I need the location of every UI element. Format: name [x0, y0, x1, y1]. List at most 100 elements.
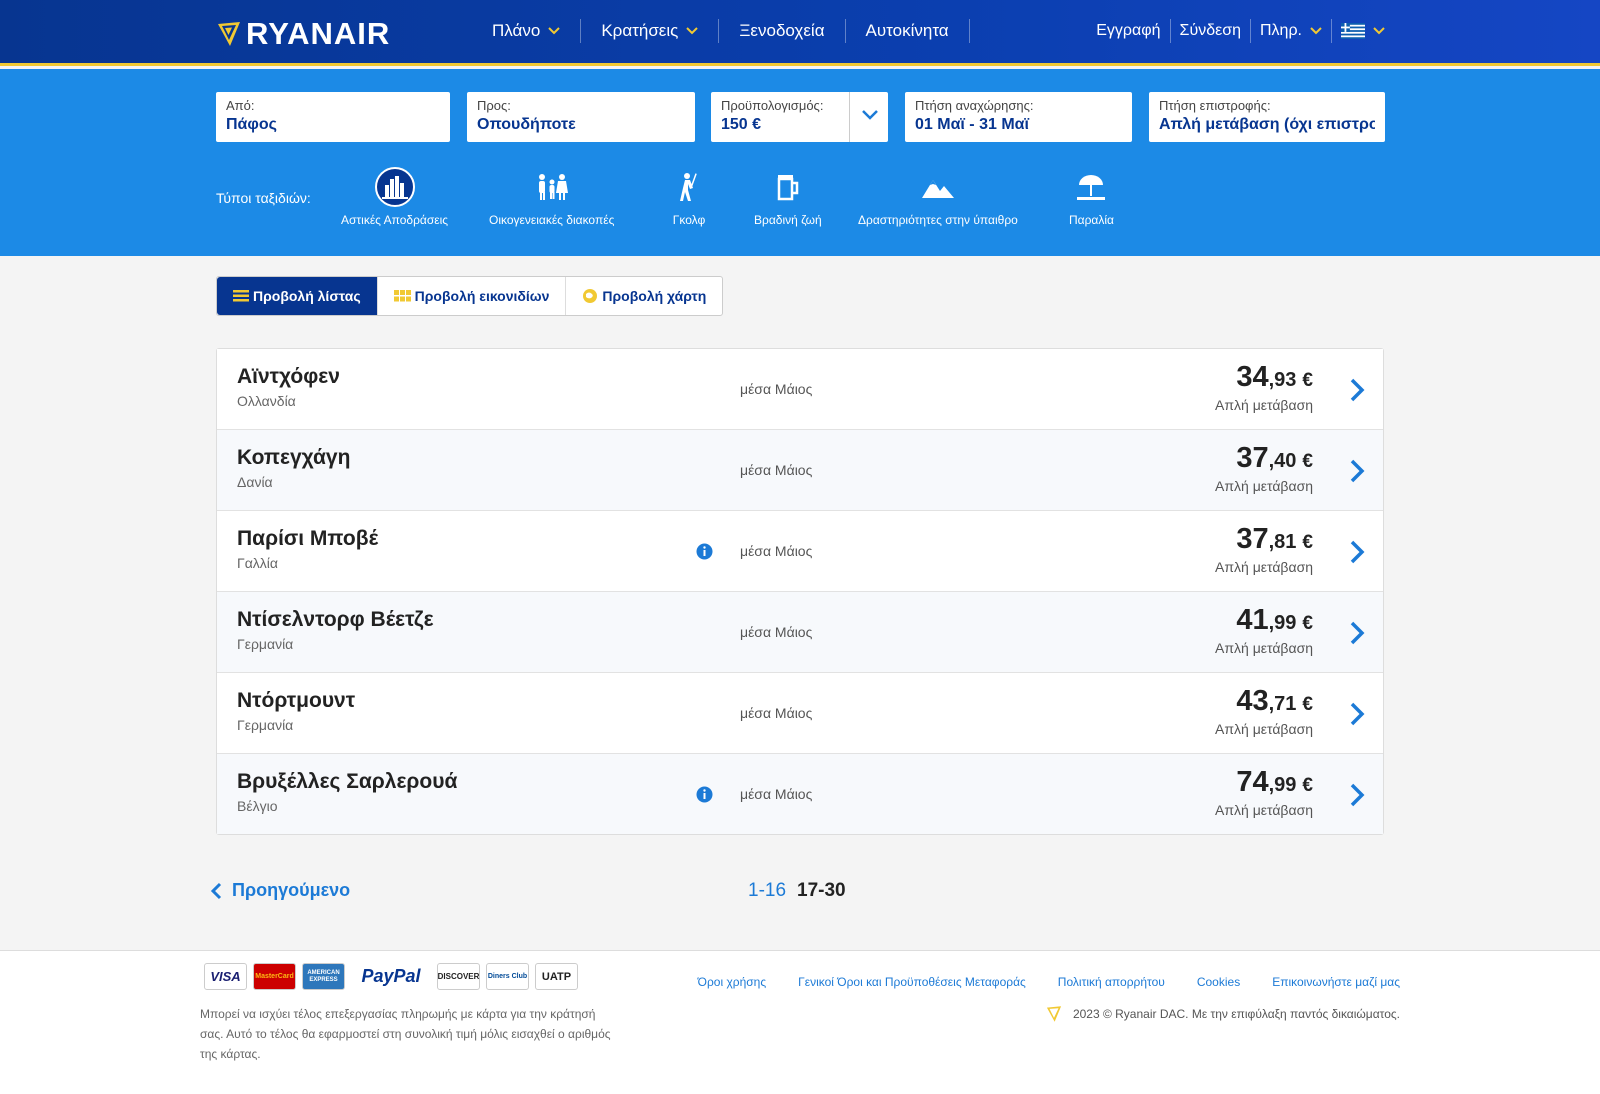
nav-plan-label: Πλάνο [492, 21, 541, 40]
destination-row[interactable]: Βρυξέλλες Σαρλερουά Βέλγιο μέσα Μάιος 74… [217, 754, 1383, 834]
list-view-button[interactable]: Προβολή λίστας [217, 277, 378, 315]
chevron-right-icon [1350, 459, 1365, 483]
trip-kind: Απλή μετάβαση [1215, 559, 1313, 575]
map-view-label: Προβολή χάρτη [602, 288, 707, 304]
destination-row[interactable]: Ντίσελντορφ Βέετζε Γερμανία μέσα Μάιος 4… [217, 592, 1383, 673]
copyright-text: 2023 © Ryanair DAC. Με την επιφύλαξη παν… [1072, 1007, 1400, 1021]
tiles-icon [393, 290, 411, 302]
departure-value: 01 Μαϊ - 31 Μαϊ [915, 116, 1029, 133]
trip-type-outdoor-label: Δραστηριότητες στην ύπαιθρο [858, 213, 1018, 227]
travel-period: μέσα Μάιος [740, 381, 813, 397]
destination-row[interactable]: Αϊντχόφεν Ολλανδία μέσα Μάιος 34,93 € Απλ… [217, 349, 1383, 430]
search-panel: Από: Πάφος Προς: Οπουδήποτε Προϋπολογισμ… [0, 69, 1600, 256]
paypal-icon: PayPal [351, 963, 431, 990]
destination-row[interactable]: Ντόρτμουντ Γερμανία μέσα Μάιος 43,71 € Απ… [217, 673, 1383, 754]
card-fee-note: Μπορεί να ισχύει τέλος επεξεργασίας πληρ… [200, 1007, 611, 1061]
to-label: Προς: [477, 98, 511, 113]
trip-type-nightlife[interactable]: Βραδινή ζωή [754, 167, 822, 227]
grid-view-button[interactable]: Προβολή εικονιδίων [378, 277, 567, 315]
destination-city: Ντόρτμουντ [237, 689, 356, 712]
terms-of-use-link[interactable]: Όροι χρήσης [698, 975, 766, 989]
brand-name: RYANAIR [246, 16, 391, 51]
destination-row[interactable]: Παρίσι Μποβέ Γαλλία μέσα Μάιος 37,81 € Απ… [217, 511, 1383, 592]
view-switcher: Προβολή λίστας Προβολή εικονιδίων Προβολ… [216, 276, 724, 316]
budget-select[interactable]: Προϋπολογισμός: 150 € [711, 92, 888, 142]
payment-methods: VISA MasterCard AMERICAN EXPRESS PayPal … [204, 963, 578, 990]
fare-price: 43,71 € [1236, 685, 1313, 718]
price-decimals: ,71 [1268, 693, 1297, 715]
price-decimals: ,99 [1268, 612, 1297, 634]
language-selector[interactable] [1332, 19, 1394, 43]
fare-price: 37,81 € [1236, 523, 1313, 556]
privacy-policy-link[interactable]: Πολιτική απορρήτου [1058, 975, 1165, 989]
cookies-link[interactable]: Cookies [1197, 975, 1240, 989]
trip-type-beach[interactable]: Παραλία [1069, 167, 1114, 227]
footer-links: Όροι χρήσης Γενικοί Όροι και Προϋποθέσει… [698, 975, 1400, 989]
discover-icon: DISCOVER [437, 963, 480, 990]
trip-type-family[interactable]: Οικογενειακές διακοπές [489, 167, 614, 227]
destination-city: Βρυξέλλες Σαρλερουά [237, 770, 458, 793]
departure-field[interactable]: Πτήση αναχώρησης: 01 Μαϊ - 31 Μαϊ [905, 92, 1132, 142]
chevron-right-icon [1350, 783, 1365, 807]
trip-type-golf[interactable]: Γκολφ [669, 167, 709, 227]
trip-type-city[interactable]: Αστικές Αποδράσεις [341, 167, 448, 227]
destination-country: Ολλανδία [237, 393, 296, 409]
trip-type-outdoor[interactable]: Δραστηριότητες στην ύπαιθρο [858, 167, 1018, 227]
return-field[interactable]: Πτήση επιστροφής: Απλή μετάβαση (όχι επι… [1149, 92, 1385, 142]
price-integer: 74 [1236, 766, 1269, 798]
price-integer: 43 [1236, 685, 1269, 717]
conditions-of-carriage-link[interactable]: Γενικοί Όροι και Προϋποθέσεις Μεταφοράς [798, 975, 1026, 989]
trip-kind: Απλή μετάβαση [1215, 478, 1313, 494]
info-icon[interactable] [696, 543, 713, 560]
top-navigation: RYANAIR Πλάνο Κρατήσεις Ξενοδοχεία Αυτοκ… [0, 0, 1600, 66]
fare-price: 37,40 € [1236, 442, 1313, 475]
login-link[interactable]: Σύνδεση [1171, 19, 1251, 43]
contact-us-link[interactable]: Επικοινωνήστε μαζί μας [1272, 975, 1400, 989]
chevron-right-icon [1350, 621, 1365, 645]
trip-type-beach-label: Παραλία [1069, 213, 1114, 227]
list-view-label: Προβολή λίστας [253, 288, 361, 304]
fare-price: 34,93 € [1236, 361, 1313, 394]
main-menu: Πλάνο Κρατήσεις Ξενοδοχεία Αυτοκίνητα [472, 19, 970, 43]
price-decimals: ,99 [1268, 774, 1297, 796]
page-link-1-16[interactable]: 1-16 [748, 880, 786, 902]
uatp-icon: UATP [535, 963, 578, 990]
nav-plan[interactable]: Πλάνο [472, 19, 582, 43]
price-integer: 34 [1236, 361, 1269, 393]
copyright: 2023 © Ryanair DAC. Με την επιφύλαξη παν… [1045, 1005, 1400, 1023]
beer-icon [768, 167, 808, 207]
price-currency: € [1302, 451, 1313, 472]
destination-country: Δανία [237, 474, 273, 490]
from-field[interactable]: Από: Πάφος [216, 92, 450, 142]
previous-page-label: Προηγούμενο [232, 880, 351, 900]
map-view-button[interactable]: Προβολή χάρτη [566, 277, 722, 315]
help-menu[interactable]: Πληρ. [1251, 19, 1332, 43]
info-icon[interactable] [696, 786, 713, 803]
harp-logo-icon [218, 22, 240, 46]
nav-cars[interactable]: Αυτοκίνητα [846, 19, 970, 43]
list-icon [233, 290, 249, 302]
login-label: Σύνδεση [1179, 22, 1241, 39]
ryanair-logo[interactable]: RYANAIR [216, 16, 390, 52]
destination-country: Γαλλία [237, 555, 279, 571]
trip-type-city-label: Αστικές Αποδράσεις [341, 213, 449, 227]
chevron-down-icon[interactable] [861, 109, 879, 121]
price-currency: € [1302, 775, 1313, 796]
signup-link[interactable]: Εγγραφή [1087, 19, 1171, 43]
return-value: Απλή μετάβαση (όχι επιστροφή) [1159, 116, 1375, 133]
chevron-right-icon [1350, 378, 1365, 402]
golf-icon [669, 167, 709, 207]
departure-label: Πτήση αναχώρησης: [915, 98, 1034, 113]
mountains-icon [918, 167, 958, 207]
travel-period: μέσα Μάιος [740, 543, 813, 559]
help-label: Πληρ. [1260, 22, 1302, 39]
nav-bookings[interactable]: Κρατήσεις [581, 19, 720, 43]
to-field[interactable]: Προς: Οπουδήποτε [467, 92, 695, 142]
nav-hotels[interactable]: Ξενοδοχεία [719, 19, 846, 43]
price-currency: € [1302, 613, 1313, 634]
previous-page-link[interactable]: Προηγούμενο [210, 880, 350, 901]
grid-view-label: Προβολή εικονιδίων [414, 288, 550, 304]
destination-row[interactable]: Κοπεγχάγη Δανία μέσα Μάιος 37,40 € Απλή μ… [217, 430, 1383, 511]
nav-cars-label: Αυτοκίνητα [865, 21, 949, 40]
chevron-down-icon [1310, 27, 1322, 35]
